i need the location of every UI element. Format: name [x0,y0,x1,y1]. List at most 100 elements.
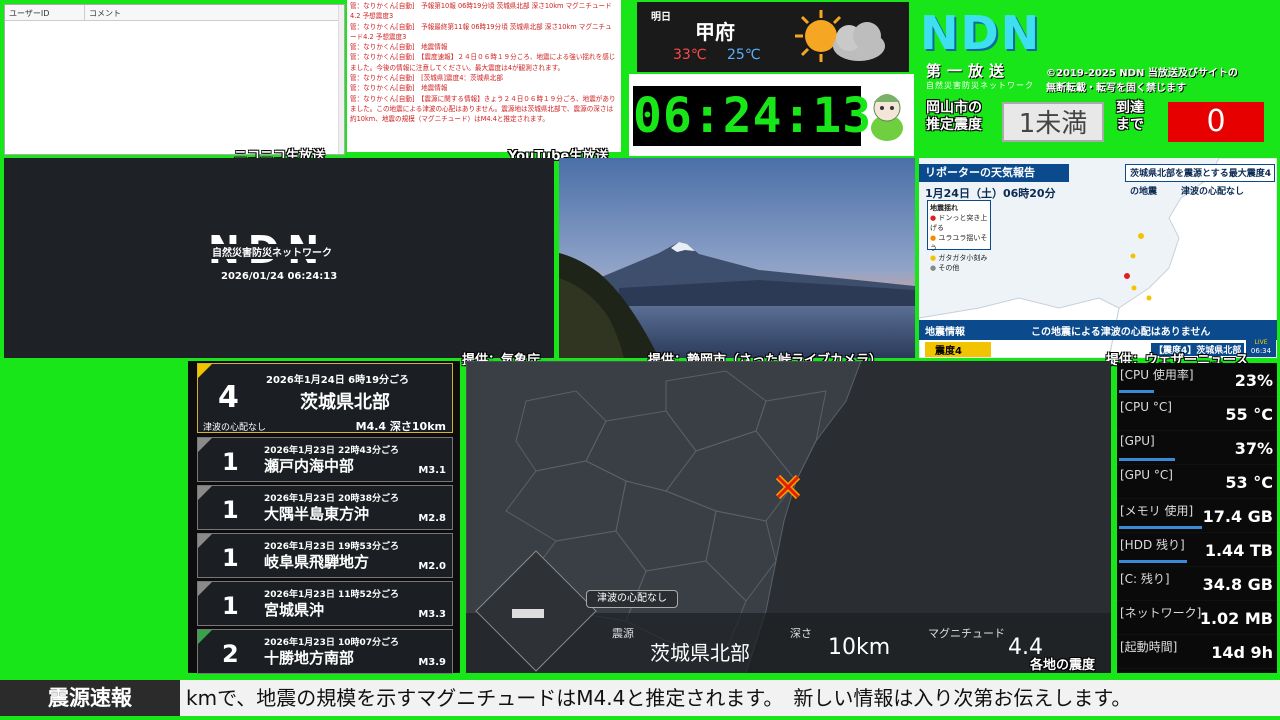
channel-name: 第一放送 [926,62,1011,80]
youtube-comment: 管：なりかくん[自動] 予報第10報 06時19分頃 茨城県北部 深さ10km … [350,2,612,21]
quake-magnitude: M2.0 [418,561,446,572]
mount-fuji-image [559,158,915,358]
monitor-key: [HDD 残り] [1120,538,1185,552]
quake-place: 大隅半島東方沖 [264,505,370,523]
wn-legend-text: ガタガタ小刻み [938,254,988,262]
arrival-countdown: 0 [1168,102,1264,142]
monitor-key: [ネットワーク] [1120,606,1202,620]
youtube-comment: 管：なりかくん[自動] 地震情報 [350,43,448,52]
intensity-flag-icon [198,582,212,596]
wn-legend-item: ● その他 [930,264,960,272]
wn-headline: 茨城県北部を震源とする最大震度4の地震 [1125,164,1275,197]
wn-bottom-label: 地震情報 [925,327,965,338]
youtube-comment: 管：なりかくん[自動] [茨城県]震度4：茨城県北部 [350,74,503,83]
monitor-key: [起動時間] [1120,640,1178,654]
quake-list-item[interactable]: 1 2026年1月23日 19時53分ごろ 岐阜県飛騨地方 M2.0 [197,533,453,578]
quake-intensity: 1 [222,496,239,524]
wn-intensity-badge: 震度4 [925,342,991,357]
quake-list-item[interactable]: 1 2026年1月23日 22時43分ごろ 瀬戸内海中部 M3.1 [197,437,453,482]
monitor-bar [1119,458,1175,461]
estimated-intensity-panel: 岡山市の 推定震度 1未満 到達 まで 0 [920,98,1270,150]
quake-magnitude: M3.9 [418,657,446,668]
wn-live-badge: LIVE 06:34 [1246,339,1276,357]
map-title: 各地の震度 [1030,658,1096,673]
quake-intensity: 1 [222,544,239,572]
monitor-value: 14d 9h [1211,643,1273,662]
weather-forecast: 明日 甲府 33℃ 25℃ [637,2,909,72]
wn-legend-text: ユラユラ揺いそう [930,234,988,252]
wn-legend-text: ドンっと突き上げる [930,214,988,232]
network-name: 自然災害防災ネットワーク [926,81,1034,90]
estimate-label: 岡山市の 推定震度 [926,100,982,134]
quake-magnitude: M3.1 [418,465,446,476]
ndn-logo: NDN [920,6,1042,60]
intensity-flag-icon [198,630,212,644]
monitor-key: [CPU °C] [1120,400,1172,414]
depth-value: 10km [828,635,891,660]
ndn-panel-timestamp: 2026/01/24 06:24:13 [221,271,338,282]
quake-place: 岐阜県飛騨地方 [264,553,370,571]
quake-place: 十勝地方南部 [264,649,355,667]
copyright-line: ©2019-2025 NDN 当放送及びサイトの [1046,68,1238,79]
clock-panel: 06:24:13 [627,72,916,158]
niconico-comment-panel: ユーザーID コメント [4,4,345,155]
youtube-comment: 管：なりかくん[自動] 地震情報 [350,84,448,93]
wn-legend-item: ● ドンっと突き上げる [930,214,988,232]
column-comment[interactable]: コメント [85,5,125,20]
youtube-comment: 管：なりかくん[自動] 【震源に関する情報】きょう２４日０６時１９分ごろ、地震が… [350,94,616,124]
weathernews-panel: リポーターの天気報告 1月24日（土）06時20分 茨城県北部を震源とする最大震… [919,158,1277,358]
monitor-key: [CPU 使用率] [1120,368,1194,382]
arrival-label: 到達 まで [1116,100,1144,134]
wn-legend-text: その他 [938,264,960,272]
estimate-label-line: 岡山市の [926,100,982,116]
arrival-label-line: まで [1116,117,1144,133]
monitor-value: 34.8 GB [1202,575,1273,594]
monitor-row-cpu: [CPU 使用率] 23% [1117,363,1277,397]
quake-list-item[interactable]: 2 2026年1月23日 10時07分ごろ 十勝地方南部 M3.9 [197,629,453,674]
copyright-notice: ©2019-2025 NDN 当放送及びサイトの 無断転載・転写を固く禁じます [1046,66,1238,96]
system-monitor: [CPU 使用率] 23% [CPU °C] 55 °C [GPU] 37% [… [1117,363,1277,673]
quake-intensity: 1 [222,592,239,620]
latest-quake-card[interactable]: 4 2026年1月24日 6時19分ごろ 茨城県北部 津波の心配なし M4.4 … [197,363,453,433]
epicenter-label: 震源 [612,627,634,640]
monitor-row-gpu-temp: [GPU °C] 53 °C [1117,465,1277,499]
wn-date: 1月24日（土）06時20分 [925,187,1056,200]
quake-datetime: 2026年1月24日 6時19分ごろ [266,375,410,386]
ndn-brand: NDN 第一放送 自然災害防災ネットワーク ©2019-2025 NDN 当放送… [918,6,1278,98]
quake-mag-depth: M4.4 深さ10km [355,420,446,433]
column-user-id[interactable]: ユーザーID [5,5,85,20]
earthquake-history-list: 4 2026年1月24日 6時19分ごろ 茨城県北部 津波の心配なし M4.4 … [188,361,460,674]
region-map-image [466,361,1111,673]
sun-cloud-icon [795,10,885,62]
wn-legend-title: 地震揺れ [930,204,958,212]
mascot-icon [871,94,903,141]
monitor-value: 17.4 GB [1202,507,1273,526]
quake-list-item[interactable]: 1 2026年1月23日 20時38分ごろ 大隅半島東方沖 M2.8 [197,485,453,530]
epicenter-map[interactable]: 津波の心配なし 震源 茨城県北部 深さ 10km マグニチュード 4.4 各地の… [466,361,1111,673]
ndn-title-panel: NDN 自然災害防災ネットワーク 2026/01/24 06:24:13 [4,158,554,358]
monitor-row-gpu: [GPU] 37% [1117,431,1277,465]
monitor-row-network: [ネットワーク] 1.02 MB [1117,601,1277,635]
forecast-day: 明日 [651,12,671,23]
monitor-bar [1119,390,1154,393]
quake-intensity: 1 [222,448,239,476]
quake-magnitude: M3.3 [418,609,446,620]
map-tsunami-badge: 津波の心配なし [586,590,678,608]
quake-place: 宮城県沖 [264,601,325,619]
monitor-row-hdd: [HDD 残り] 1.44 TB [1117,533,1277,567]
arrival-label-line: 到達 [1116,100,1144,116]
epicenter-marker-icon [775,474,801,500]
quake-intensity: 2 [222,640,239,668]
wn-live-label: LIVE [1254,339,1268,346]
monitor-row-uptime: [起動時間] 14d 9h [1117,635,1277,669]
wn-legend: 地震揺れ ● ドンっと突き上げる ● ユラユラ揺いそう ● ガタガタ小刻み ● … [927,200,991,272]
quake-place: 茨城県北部 [300,392,390,413]
quake-intensity: 4 [218,380,239,415]
monitor-value: 1.02 MB [1199,609,1273,628]
quake-list-item[interactable]: 1 2026年1月23日 11時52分ごろ 宮城県沖 M3.3 [197,581,453,626]
quake-magnitude: M2.8 [418,513,446,524]
ndn-panel-tagline: 自然災害防災ネットワーク [210,244,334,259]
comment-scrollbar[interactable] [338,5,344,154]
epicenter-name: 茨城県北部 [650,641,750,665]
copyright-line: 無断転載・転写を固く禁じます [1046,83,1186,94]
